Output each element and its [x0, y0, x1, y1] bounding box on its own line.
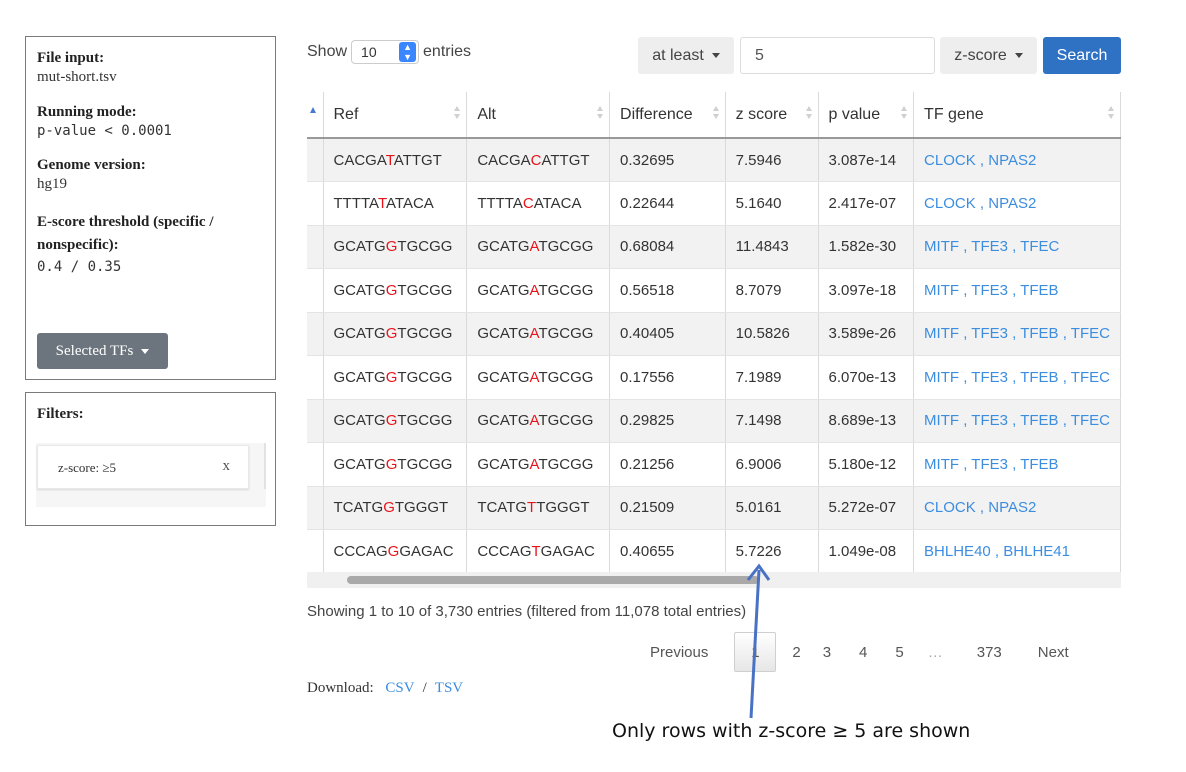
- annotation-caption: Only rows with z-score ≥ 5 are shown: [612, 720, 971, 742]
- annotation-arrow: [746, 563, 771, 719]
